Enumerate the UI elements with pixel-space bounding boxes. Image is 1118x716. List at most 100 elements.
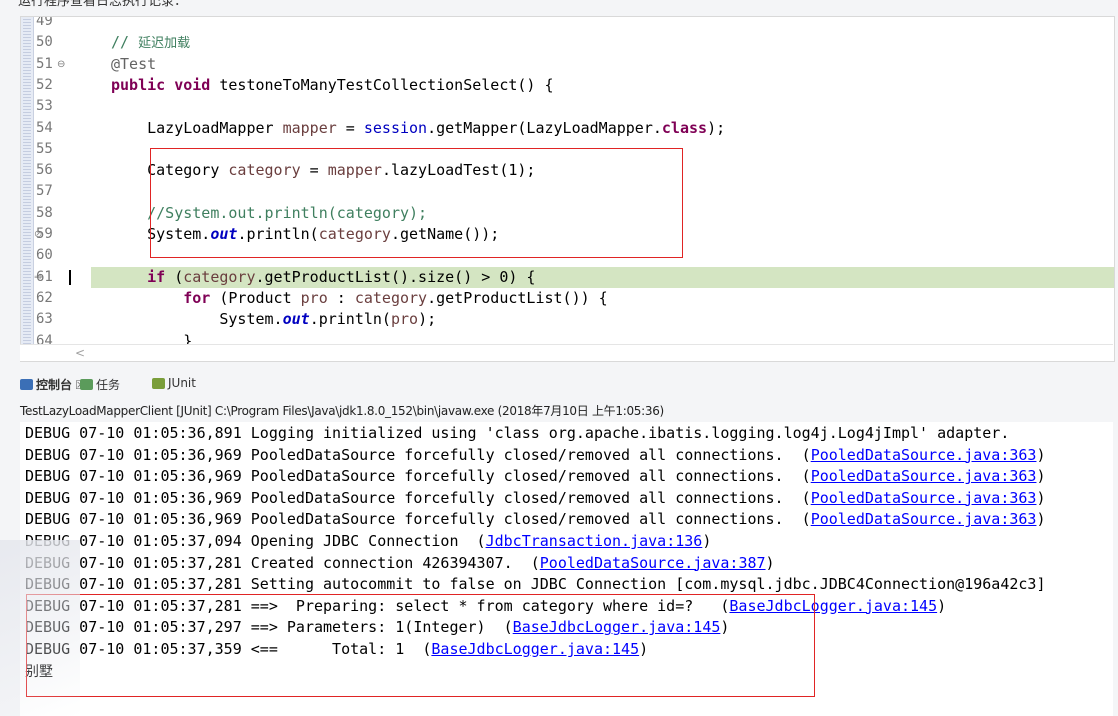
line-number: 60 <box>36 247 53 264</box>
console-text: DEBUG 07-10 01:05:37,281 Setting autocom… <box>25 575 1046 594</box>
console-text: DEBUG 07-10 01:05:36,969 PooledDataSourc… <box>25 488 811 507</box>
line-number: 53 <box>36 98 53 115</box>
console-line: DEBUG 07-10 01:05:37,281 Created connect… <box>25 553 775 575</box>
code-text: public void testoneToManyTestCollectionS… <box>111 75 554 96</box>
code-token: category <box>354 288 428 307</box>
source-link[interactable]: JdbcTransaction.java:136 <box>486 532 703 550</box>
source-link[interactable]: PooledDataSource.java:363 <box>811 489 1037 507</box>
console-line: DEBUG 07-10 01:05:36,891 Logging initial… <box>25 423 1009 445</box>
code-token: : <box>327 288 355 307</box>
code-token: .getProductList().size() > 0) { <box>255 267 536 286</box>
console-line: DEBUG 07-10 01:05:36,969 PooledDataSourc… <box>25 488 1046 510</box>
tab-console[interactable]: 控制台☒ <box>20 376 86 393</box>
console-text: DEBUG 07-10 01:05:36,891 Logging initial… <box>25 424 1010 442</box>
console-line: DEBUG 07-10 01:05:36,969 PooledDataSourc… <box>25 509 1046 531</box>
code-token: if <box>147 267 166 286</box>
source-link[interactable]: PooledDataSource.java:387 <box>540 554 766 572</box>
code-token: ); <box>707 118 726 137</box>
code-token: @Test <box>111 54 157 73</box>
code-line-50[interactable]: 50 // 延迟加载 <box>21 32 1114 53</box>
code-token: pro <box>390 310 419 329</box>
code-token: testoneToManyTestCollectionSelect() { <box>210 75 554 94</box>
console-icon <box>20 379 33 390</box>
console-launch-header: TestLazyLoadMapperClient [JUnit] C:\Prog… <box>20 404 664 418</box>
fold-toggle-icon[interactable]: ⊖ <box>57 54 65 75</box>
code-line-54[interactable]: 54 LazyLoadMapper mapper = session.getMa… <box>21 118 1114 139</box>
code-text: LazyLoadMapper mapper = session.getMappe… <box>111 118 725 139</box>
source-link[interactable]: PooledDataSource.java:363 <box>811 446 1037 464</box>
code-token: System. <box>111 310 283 329</box>
view-tabs: 控制台☒ 任务 JUnit <box>20 370 1113 398</box>
tab-label: JUnit <box>168 376 196 390</box>
code-token: = <box>336 118 364 137</box>
console-text: ) <box>937 596 947 615</box>
code-token: public <box>111 75 166 94</box>
line-number: 57 <box>36 183 53 200</box>
code-text: // 延迟加载 <box>111 32 190 54</box>
code-editor[interactable]: 49 50 // 延迟加载 51 ⊖ @Test 52 public void testone… <box>20 16 1115 362</box>
background-decoration <box>0 540 80 716</box>
junit-icon <box>152 377 165 389</box>
line-number: 50 <box>36 34 53 51</box>
console-line: DEBUG 07-10 01:05:37,281 Setting autocom… <box>25 574 1045 596</box>
line-number: 56 <box>36 162 53 179</box>
code-token: ( <box>165 267 184 286</box>
line-number: 54 <box>36 119 53 136</box>
code-text: System.out.println(pro); <box>111 309 436 330</box>
line-number: 58 <box>36 204 53 221</box>
line-number: 55 <box>36 140 53 157</box>
code-token: LazyLoadMapper <box>111 118 283 137</box>
line-number: 63 <box>36 311 53 328</box>
code-line-61[interactable]: ⇒ 61 if (category.getProductList().size()… <box>21 266 1114 288</box>
code-token: .getProductList()) { <box>427 288 608 307</box>
code-line-49[interactable]: 49 <box>21 16 1114 32</box>
console-text: ) <box>765 553 775 572</box>
line-number: 59 <box>36 226 53 242</box>
tab-tasks[interactable]: 任务 <box>80 376 120 393</box>
line-number: 62 <box>36 289 53 306</box>
code-token: for <box>183 288 211 307</box>
console-text: DEBUG 07-10 01:05:36,969 PooledDataSourc… <box>25 510 811 529</box>
console-text: DEBUG 07-10 01:05:37,281 Created connect… <box>25 553 540 572</box>
code-text: if (category.getProductList().size() > 0… <box>111 267 535 288</box>
code-line-53[interactable]: 53 <box>21 96 1114 117</box>
code-line-62[interactable]: 62 for (Product pro : category.getProduc… <box>21 288 1114 309</box>
code-token: .getMapper(LazyLoadMapper. <box>427 118 662 137</box>
console-text: DEBUG 07-10 01:05:36,969 PooledDataSourc… <box>25 445 811 464</box>
code-token: class <box>661 118 708 137</box>
scroll-left-icon[interactable]: < <box>75 345 85 361</box>
code-token: out <box>282 310 310 329</box>
code-token: void <box>174 75 211 94</box>
code-line-52[interactable]: 52 public void testoneToManyTestCollectio… <box>21 75 1114 96</box>
code-token: ); <box>418 310 437 329</box>
source-link[interactable]: PooledDataSource.java:363 <box>811 510 1037 528</box>
line-number: 61 <box>36 268 53 285</box>
code-token: category <box>183 267 256 286</box>
tab-label: 任务 <box>96 378 121 392</box>
editor-horizontal-scrollbar[interactable]: < <box>20 344 1113 361</box>
console-text: ) <box>702 532 712 550</box>
annotation-box-console <box>26 594 815 697</box>
annotation-box-code <box>150 148 683 258</box>
tab-label: 控制台 <box>36 378 73 392</box>
code-token: mapper <box>282 118 337 137</box>
console-text: DEBUG 07-10 01:05:37,094 Opening JDBC Co… <box>25 532 486 550</box>
line-number: 52 <box>36 76 53 93</box>
console-text: DEBUG 07-10 01:05:36,969 PooledDataSourc… <box>25 467 811 486</box>
line-number: 49 <box>36 16 53 29</box>
code-token: 延迟加载 <box>138 36 191 52</box>
code-text: @Test <box>111 54 156 75</box>
console-text: ) <box>1036 510 1046 529</box>
tasks-icon <box>80 379 93 390</box>
code-line-63[interactable]: 63 System.out.println(pro); <box>21 309 1114 330</box>
code-line-51[interactable]: 51 ⊖ @Test <box>21 54 1114 75</box>
code-token: pro <box>300 288 328 307</box>
console-text: ) <box>1036 467 1046 486</box>
line-number: 51 <box>36 55 53 72</box>
tab-junit[interactable]: JUnit <box>152 376 196 390</box>
page-caption: 运行程序查看日志执行记录： <box>18 0 188 9</box>
source-link[interactable]: PooledDataSource.java:363 <box>811 467 1037 485</box>
console-text: ) <box>1036 488 1046 507</box>
code-token: // <box>111 33 139 52</box>
